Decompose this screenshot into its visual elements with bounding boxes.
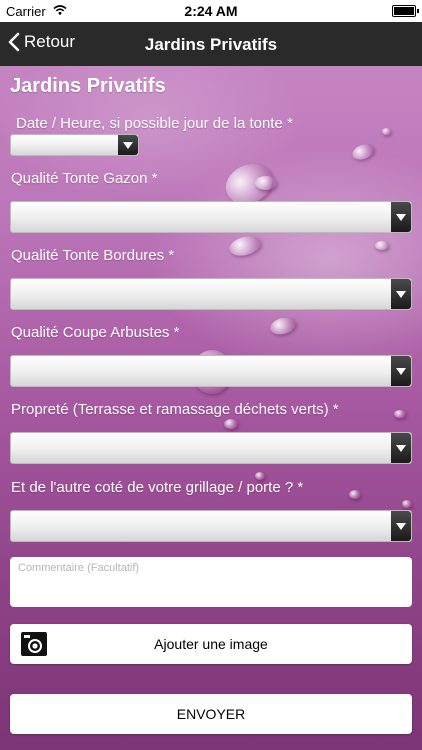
select-coupe-arbustes[interactable] [10, 355, 412, 387]
add-image-button[interactable]: Ajouter une image [10, 624, 412, 664]
chevron-down-icon [391, 202, 411, 232]
select-tonte-bordures[interactable] [10, 278, 412, 310]
date-label: Date / Heure, si possible jour de la ton… [16, 115, 293, 132]
nav-title: Jardins Privatifs [144, 35, 278, 54]
field-label: Qualité Coupe Arbustes * [11, 324, 180, 341]
page-title: Jardins Privatifs [10, 75, 166, 97]
select-autre-cote[interactable] [10, 510, 412, 542]
field-label: Propreté (Terrasse et ramassage déchets … [11, 401, 339, 418]
water-drop [255, 176, 277, 190]
comment-placeholder: Commentaire (Facultatif) [18, 562, 140, 574]
select-tonte-gazon[interactable] [10, 201, 412, 233]
submit-label: ENVOYER [176, 706, 246, 722]
water-drop [268, 314, 298, 338]
chevron-down-icon [391, 279, 411, 309]
field-label: Qualité Tonte Gazon * [11, 170, 158, 187]
chevron-down-icon [391, 511, 411, 541]
water-drop [224, 419, 238, 429]
status-time: 2:24 AM [184, 3, 238, 19]
battery-icon [392, 5, 419, 17]
submit-button[interactable]: ENVOYER [10, 694, 412, 734]
chevron-down-icon [391, 433, 411, 463]
field-label: Qualité Tonte Bordures * [11, 247, 175, 264]
comment-field[interactable]: Commentaire (Facultatif) [10, 557, 412, 607]
water-drop [227, 233, 263, 259]
camera-icon [21, 632, 47, 656]
date-picker[interactable] [10, 134, 139, 156]
select-proprete[interactable] [10, 432, 412, 464]
navigation-bar: Retour Jardins Privatifs [0, 22, 422, 66]
status-bar: Carrier 2:24 AM [0, 0, 422, 22]
chevron-down-icon [118, 135, 138, 155]
add-image-label: Ajouter une image [154, 636, 268, 652]
water-drop [350, 141, 376, 163]
water-drop [402, 500, 412, 508]
water-drop [349, 490, 361, 499]
field-label: Et de l'autre coté de votre grillage / p… [11, 479, 304, 496]
water-drop [382, 128, 391, 135]
water-drop [375, 241, 389, 250]
water-drop [394, 410, 406, 418]
chevron-down-icon [391, 356, 411, 386]
